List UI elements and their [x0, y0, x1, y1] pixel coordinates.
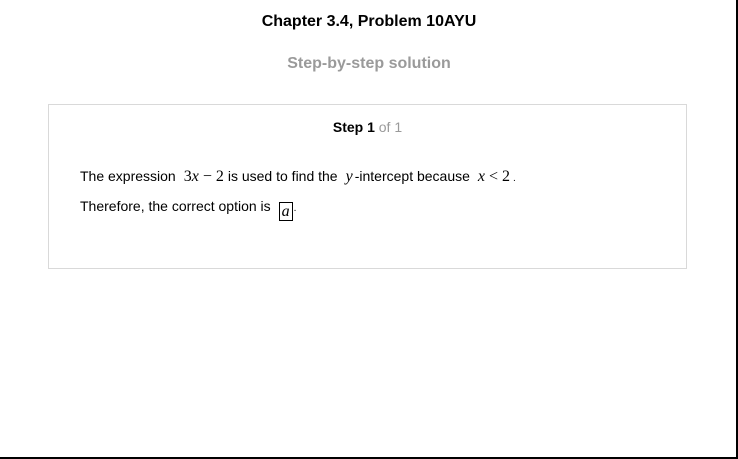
- line1-end-period: .: [513, 173, 516, 184]
- line1-prefix: The expression: [80, 168, 176, 184]
- step-label: Step 1: [332, 119, 375, 135]
- step-count: of 1: [378, 119, 403, 135]
- line2-prefix: Therefore, the correct option is: [80, 198, 271, 214]
- ineq-variable: x: [477, 168, 486, 185]
- solution-line-2: Therefore, the correct option is a.: [80, 196, 296, 221]
- page-subtitle: Step-by-step solution: [287, 55, 451, 72]
- ineq-rest: < 2: [485, 168, 511, 185]
- expr-variable: x: [191, 168, 199, 185]
- line1-suffix: -intercept because: [354, 168, 470, 184]
- boxed-answer: a: [278, 202, 293, 221]
- expr-coefficient: 3: [183, 168, 192, 185]
- line1-middle: is used to find the: [227, 168, 338, 184]
- step-panel: Step 1 of 1 The expression 3x − 2 is used …: [48, 104, 687, 269]
- expr-rest: − 2: [198, 168, 224, 185]
- page-title: Chapter 3.4, Problem 10AYU: [261, 13, 477, 30]
- y-variable: y: [345, 168, 353, 185]
- y-variable-math: y: [346, 168, 353, 185]
- line2-end-period: .: [293, 203, 297, 214]
- inequality-math: x < 2: [478, 168, 510, 185]
- step-header: Step 1 of 1: [49, 118, 686, 136]
- expression-math: 3x − 2: [184, 168, 224, 185]
- solution-line-1: The expression 3x − 2 is used to find the y…: [80, 166, 516, 189]
